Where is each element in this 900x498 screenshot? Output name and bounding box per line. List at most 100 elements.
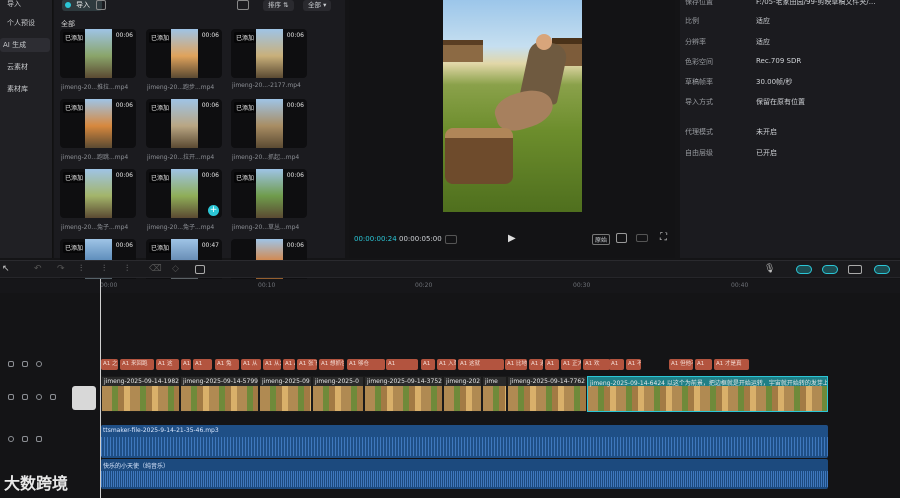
- track-lock-icon[interactable]: [8, 394, 14, 400]
- subtitle-clip[interactable]: A1: [181, 359, 191, 370]
- subtitle-clip[interactable]: A1: [545, 359, 559, 370]
- sort-button[interactable]: 排序 ⇅: [263, 0, 294, 11]
- property-value: F:/05-老家田园/99-剪映草稿文件夹/...: [756, 0, 876, 6]
- subtitle-clip[interactable]: A1: [193, 359, 212, 370]
- subtitle-clip[interactable]: A1 这就: [458, 359, 504, 370]
- video-clip[interactable]: jimeng-2025-09-14-1982: [101, 376, 180, 412]
- subtitle-clip[interactable]: A1: [386, 359, 418, 370]
- subtitle-clip[interactable]: A1 从: [241, 359, 261, 370]
- video-track-controls: [8, 394, 68, 404]
- media-card[interactable]: 已添加 00:06 jimeng-20...拉开...mp4: [146, 99, 222, 162]
- ratio-button[interactable]: 原始: [592, 234, 611, 245]
- marker-icon[interactable]: [445, 235, 457, 244]
- select-cursor-icon[interactable]: ↖: [2, 264, 10, 274]
- crop-icon[interactable]: [616, 233, 627, 243]
- subtitle-clip[interactable]: A1 够仓: [347, 359, 385, 370]
- time-ruler[interactable]: 00:00 00:10 00:20 00:30 00:40: [0, 279, 900, 293]
- view-toggle-icon[interactable]: [237, 0, 249, 10]
- subtitle-clip[interactable]: A1 A: [283, 359, 295, 370]
- nav-item-import[interactable]: 导入: [4, 0, 21, 11]
- media-card[interactable]: 已添加 00:06 jimeng-20...跑跳...mp4: [60, 99, 136, 162]
- track-lock-icon[interactable]: [22, 394, 28, 400]
- video-clip[interactable]: jimeng-2025-0: [312, 376, 364, 412]
- add-to-timeline-icon[interactable]: +: [208, 205, 219, 216]
- subtitle-clip[interactable]: A1 张下: [297, 359, 317, 370]
- preview-axis-toggle[interactable]: [874, 265, 890, 274]
- grid-icon[interactable]: [96, 0, 106, 10]
- video-clip-label: jimeng-202: [446, 378, 481, 385]
- media-filename: jimeng-20...推拉...mp4: [61, 84, 129, 91]
- redo-icon[interactable]: ↷: [57, 264, 65, 274]
- magnet-toggle[interactable]: [822, 265, 838, 274]
- property-label: 代理模式: [685, 128, 713, 136]
- video-clip[interactable]: jimeng-2025-09-14-7762: [507, 376, 587, 412]
- split-left-icon[interactable]: ⫶: [103, 264, 105, 274]
- audio-clip-music[interactable]: 快乐的小天使（纯音乐）: [101, 459, 828, 489]
- subtitle-clip[interactable]: A1 兔: [215, 359, 239, 370]
- video-clip[interactable]: jimeng-2025-09-14-6424 以这个为前景，把边框就是开始运转，…: [587, 376, 828, 412]
- total-time: 00:00:05:00: [399, 235, 442, 243]
- track-lock-icon[interactable]: [22, 436, 28, 442]
- track-eye-icon[interactable]: [36, 361, 42, 367]
- media-card[interactable]: 已添加 00:06 jimeng-20...抓起...mp4: [231, 99, 307, 162]
- added-badge: 已添加: [149, 242, 172, 253]
- track-mute-icon[interactable]: [36, 436, 42, 442]
- media-card[interactable]: 已添加 00:06 jimeng-20...草丛...mp4: [231, 169, 307, 232]
- split-icon[interactable]: ⫶: [80, 264, 82, 274]
- nav-item-ai[interactable]: AI 生成: [0, 38, 50, 52]
- subtitle-clip[interactable]: A1 不: [626, 359, 641, 370]
- track-audio-icon[interactable]: [8, 436, 14, 442]
- subtitle-clip[interactable]: A1 才是真: [714, 359, 749, 370]
- subtitle-clip[interactable]: A1 通: [529, 359, 543, 370]
- track-lock-icon[interactable]: [8, 361, 14, 367]
- fullscreen-icon[interactable]: ⛶: [660, 232, 667, 243]
- media-card[interactable]: 已添加 00:06 jimeng-20...-2177.mp4: [231, 29, 307, 92]
- video-clip[interactable]: jime: [482, 376, 507, 412]
- preview-frame[interactable]: [443, 0, 582, 212]
- mic-icon[interactable]: 🎙: [764, 264, 775, 274]
- nav-item-presets[interactable]: 个人预设: [4, 16, 35, 30]
- screen-icon[interactable]: [195, 265, 205, 274]
- undo-icon[interactable]: ↶: [34, 264, 42, 274]
- subtitle-clip[interactable]: A1 这: [156, 359, 179, 370]
- track-eye-icon[interactable]: [36, 394, 42, 400]
- subtitle-clip[interactable]: A1 想抓住: [319, 359, 344, 370]
- subtitle-clip[interactable]: A1 来回跑: [120, 359, 154, 370]
- media-panel: 导入 排序 ⇅ 全部 ▾ 全部 已添加 00:06 jimeng-20...推拉..…: [54, 0, 345, 288]
- subtitle-clip[interactable]: A1 正大心: [561, 359, 581, 370]
- track-audio-icon[interactable]: [50, 394, 56, 400]
- linkage-toggle[interactable]: [848, 265, 862, 274]
- media-card[interactable]: 已添加 00:06 jimeng-20...兔子...mp4 +: [146, 169, 222, 232]
- media-card[interactable]: 已添加 00:06 jimeng-20...跑步...mp4: [146, 29, 222, 92]
- subtitle-clip[interactable]: A1 比地: [505, 359, 527, 370]
- subtitle-clip[interactable]: A1 但他不: [669, 359, 693, 370]
- split-right-icon[interactable]: ⫶: [126, 264, 128, 274]
- compare-icon[interactable]: [636, 234, 648, 242]
- audio-clip-tts[interactable]: ttsmaker-file-2025-9-14-21-35-46.mp3: [101, 425, 828, 458]
- mark-icon[interactable]: ◇: [172, 264, 179, 274]
- media-card[interactable]: 已添加 00:06 jimeng-20...兔子...mp4: [60, 169, 136, 232]
- subtitle-clip[interactable]: A1: [609, 359, 624, 370]
- cover-thumbnail[interactable]: [72, 386, 96, 410]
- subtitle-clip[interactable]: A1 从之: [263, 359, 281, 370]
- filter-button[interactable]: 全部 ▾: [303, 0, 332, 11]
- play-icon[interactable]: ▶: [508, 233, 516, 244]
- delete-icon[interactable]: ⌫: [149, 264, 162, 274]
- video-clip[interactable]: jimeng-2025-09-14-5799: [180, 376, 259, 412]
- link-main-track-toggle[interactable]: [796, 265, 812, 274]
- subtitle-clip[interactable]: A1 之: [101, 359, 118, 370]
- media-filename: jimeng-20...拉开...mp4: [147, 154, 215, 161]
- subtitle-clip[interactable]: A1 欢: [583, 359, 610, 370]
- subtitle-clip[interactable]: A1: [421, 359, 435, 370]
- nav-item-cloud[interactable]: 云素材: [4, 60, 28, 74]
- video-clip[interactable]: jimeng-2025-09: [259, 376, 312, 412]
- subtitle-clip[interactable]: A1: [695, 359, 712, 370]
- track-lock-icon[interactable]: [22, 361, 28, 367]
- video-clip[interactable]: jimeng-202: [443, 376, 482, 412]
- subtitle-clip[interactable]: A1 入草了外: [437, 359, 456, 370]
- property-label: 草稿帧率: [685, 78, 713, 86]
- added-badge: 已添加: [149, 172, 172, 183]
- nav-item-library[interactable]: 素材库: [4, 82, 28, 96]
- video-clip[interactable]: jimeng-2025-09-14-3752: [364, 376, 443, 412]
- media-card[interactable]: 已添加 00:06 jimeng-20...推拉...mp4: [60, 29, 136, 92]
